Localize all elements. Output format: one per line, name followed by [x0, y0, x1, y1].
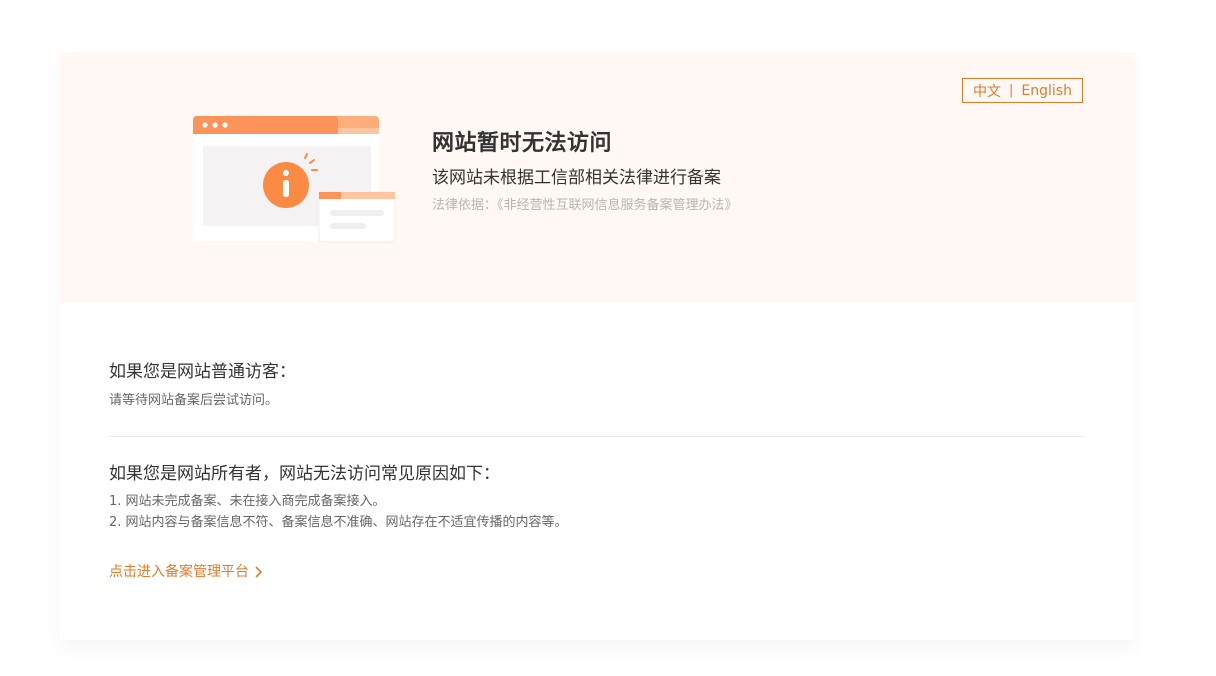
visitor-section: 如果您是网站普通访客： 请等待网站备案后尝试访问。 [109, 360, 1085, 411]
lang-en-link[interactable]: English [1021, 83, 1072, 99]
lang-separator: | [1009, 83, 1014, 98]
owner-heading: 如果您是网站所有者，网站无法访问常见原因如下： [109, 464, 500, 484]
visitor-text: 请等待网站备案后尝试访问。 [109, 393, 279, 408]
notice-card: 中文 | English 网站暂时无法访问 该网站未根据工信部相关法律进行备案 … [60, 52, 1135, 640]
page-title: 网站暂时无法访问 [432, 131, 613, 156]
banner: 中文 | English 网站暂时无法访问 该网站未根据工信部相关法律进行备案 … [60, 52, 1135, 303]
legal-basis: 法律依据：《非经营性互联网信息服务备案管理办法》 [432, 198, 738, 213]
lang-zh-link[interactable]: 中文 [973, 81, 1001, 101]
language-switch: 中文 | English [962, 78, 1083, 103]
reasons-list: 1. 网站未完成备案、未在接入商完成备案接入。 2. 网站内容与备案信息不符、备… [109, 491, 1085, 533]
chevron-right-icon [255, 566, 263, 578]
filing-portal-link[interactable]: 点击进入备案管理平台 [109, 562, 263, 582]
list-item: 2. 网站内容与备案信息不符、备案信息不准确、网站存在不适宜传播的内容等。 [109, 515, 568, 530]
banner-text: 网站暂时无法访问 该网站未根据工信部相关法律进行备案 法律依据：《非经营性互联网… [432, 130, 738, 215]
page-subtitle: 该网站未根据工信部相关法律进行备案 [432, 168, 721, 188]
filing-portal-link-label: 点击进入备案管理平台 [109, 564, 249, 580]
section-divider [109, 436, 1085, 437]
visitor-heading: 如果您是网站普通访客： [109, 362, 296, 382]
owner-section: 如果您是网站所有者，网站无法访问常见原因如下： 1. 网站未完成备案、未在接入商… [109, 462, 1085, 533]
list-item: 1. 网站未完成备案、未在接入商完成备案接入。 [109, 494, 386, 509]
browser-warning-illustration [193, 116, 396, 243]
